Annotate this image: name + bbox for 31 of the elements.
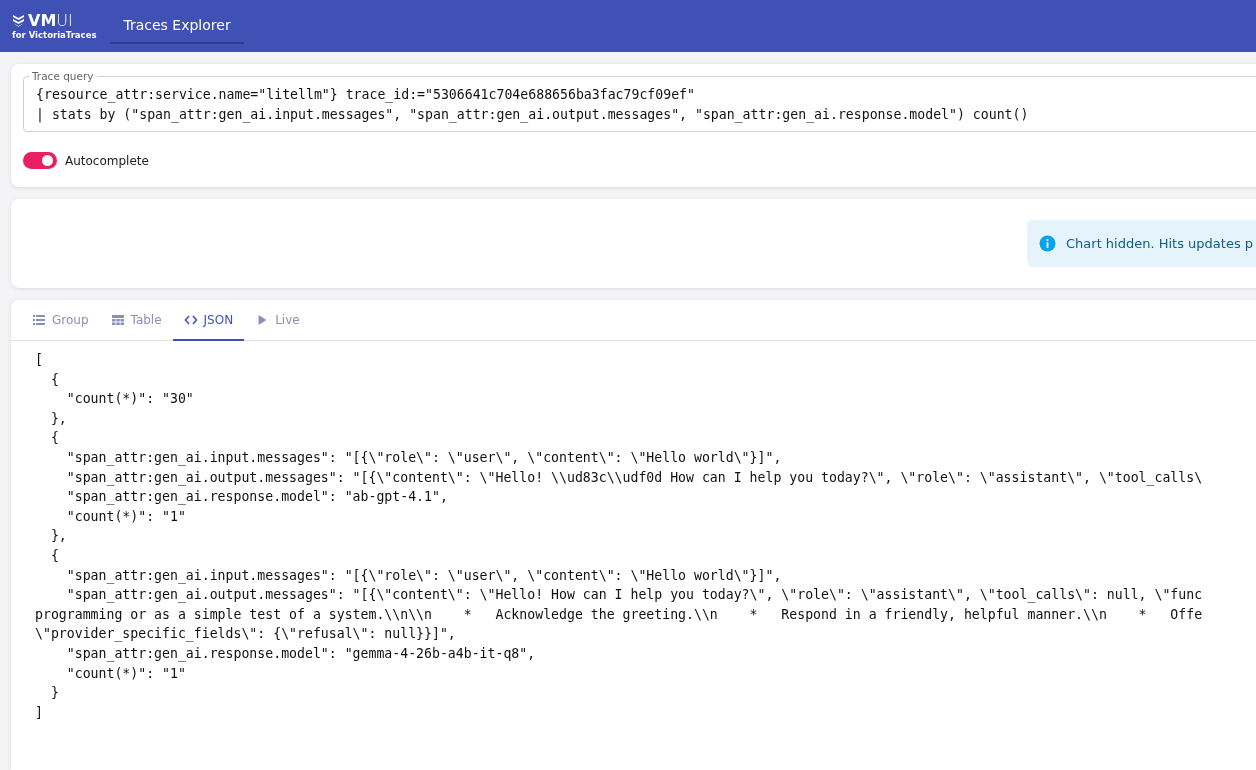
code-line: {	[49, 429, 60, 448]
code-line: "count(*)": "1"	[65, 507, 187, 526]
code-line: "span_attr:gen_ai.input.messages": "[{\"role\": \"user\", \"content\": \"Hello world\"}]",	[65, 448, 783, 468]
list-icon	[32, 312, 46, 327]
view-tab[interactable]: JSON	[172, 300, 245, 341]
code-line: programming or as a simple test of a system.\\n\\n * Acknowledge the greeting.\\n * Respond in a friendly, helpful manner.\\n * Offe	[35, 605, 1204, 624]
code-line: }	[49, 684, 60, 703]
code-line: "span_attr:gen_ai.response.model": "gemma-4-26b-a4b-it-q8",	[65, 644, 537, 664]
autocomplete-switch[interactable]	[23, 152, 57, 169]
nav-tab[interactable]: Traces Explorer	[110, 0, 244, 44]
logo-subtitle: for VictoriaTraces	[12, 29, 97, 41]
code-line: "span_attr:gen_ai.response.model": "ab-gpt-4.1",	[65, 488, 449, 507]
switch-label: Autocomplete	[65, 153, 149, 168]
code-line: "span_attr:gen_ai.output.messages": "[{\"content\": \"Hello! \\ud83c\\udf0d How can I help you today?\", \"role\": \"assistant\", \"tool_calls\	[65, 468, 1204, 488]
code-line: \"provider_specific_fields\": {\"refusal\": null}}]",	[35, 625, 457, 644]
table-icon	[110, 312, 125, 327]
info-icon	[1039, 235, 1056, 252]
code-line: {	[49, 370, 60, 389]
code-line: {	[49, 546, 60, 565]
logo-icon	[12, 14, 25, 27]
code-line: "span_attr:gen_ai.input.messages": "[{\"role\": \"user\", \"content\": \"Hello world\"}]",	[65, 566, 783, 586]
code-line: },	[49, 409, 68, 428]
code-line: "count(*)": "30"	[65, 390, 195, 409]
logo-title: VMUI	[28, 11, 73, 30]
code-line: ]	[35, 703, 44, 722]
code-line: "span_attr:gen_ai.output.messages": "[{\"content\": \"Hello! How can I help you today?\", \"role\": \"assistant\", \"tool_calls\": null, \"func	[65, 586, 1204, 605]
code-line: [	[35, 351, 44, 369]
code-line: },	[49, 527, 68, 546]
alert-text: Chart hidden. Hits updates p	[1066, 236, 1254, 251]
field-label: Trace query	[29, 69, 97, 83]
code-line: "count(*)": "1"	[65, 664, 187, 683]
